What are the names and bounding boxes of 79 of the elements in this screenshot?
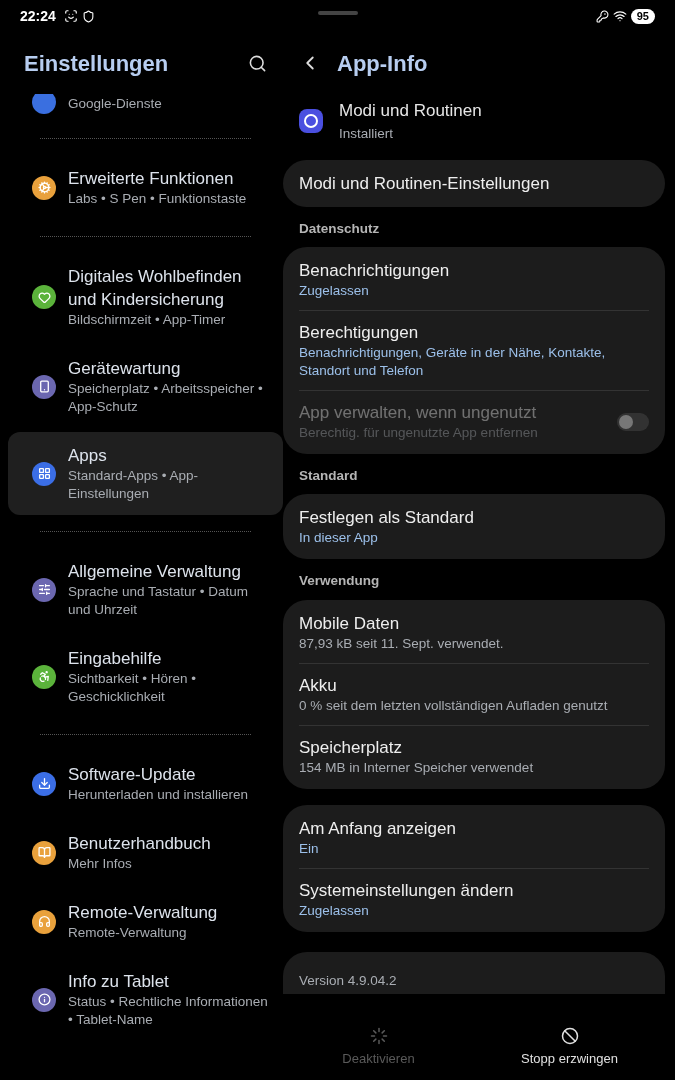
section-header: Verwendung <box>298 572 381 591</box>
settings-item[interactable]: Digitales Wohlbefinden und Kindersicherung Bildschirmzeit • App-Timer <box>8 253 283 341</box>
wifi-icon <box>612 9 627 23</box>
row-title: Akku <box>299 674 338 697</box>
settings-item[interactable]: Gerätewartung Speicherplatz • Arbeitsspeicher • App-Schutz <box>8 345 283 428</box>
version-text: Version 4.9.04.2 <box>299 972 397 988</box>
row-subtitle: Benachrichtigungen, Geräte in der Nähe, Kontakte, Standort und Telefon <box>299 344 607 380</box>
row-title: Berechtigungen <box>299 322 420 344</box>
settings-item[interactable]: Erweiterte Funktionen Labs • S Pen • Funktionstaste <box>8 155 283 220</box>
scan-icon <box>63 9 78 23</box>
row-title: Festlegen als Standard <box>299 507 475 530</box>
item-subtitle: Status • Rechtliche Informationen • Tablet-Name <box>68 993 269 1029</box>
shield-icon <box>81 9 95 23</box>
row-subtitle: 154 MB in Interner Speicher verwendet <box>299 758 535 777</box>
item-subtitle: Herunterladen und installieren <box>68 786 250 804</box>
item-subtitle: Remote-Verwaltung <box>68 924 188 942</box>
page-title: Einstellungen <box>24 49 169 78</box>
settings-row[interactable]: Berechtigungen Benachrichtigungen, Geräte in der Nähe, Kontakte, Standort und Telefon <box>283 311 665 390</box>
settings-item[interactable]: Allgemeine Verwaltung Sprache und Tastatur • Datum und Uhrzeit <box>8 548 283 631</box>
item-title: Gerätewartung <box>68 358 182 380</box>
settings-item[interactable]: Eingabehilfe Sichtbarkeit • Hören • Geschicklichkeit <box>8 635 283 718</box>
row-title: Systemeinstellungen ändern <box>299 879 515 902</box>
settings-row[interactable]: Festlegen als Standard In dieser App <box>283 496 665 558</box>
key-icon <box>595 9 609 23</box>
item-title: Apps <box>68 445 108 467</box>
row-subtitle: 0 % seit dem letzten vollständigen Aufladen genutzt <box>299 696 609 715</box>
row-title: Speicherplatz <box>299 736 403 759</box>
row-title: Modi und Routinen-Einstellungen <box>299 172 551 195</box>
row-subtitle: Ein <box>299 839 320 858</box>
item-subtitle: Sichtbarkeit • Hören • Geschicklichkeit <box>68 670 197 706</box>
item-title: Software-Update <box>68 764 197 786</box>
item-title: Benutzerhandbuch <box>68 833 212 855</box>
settings-row[interactable]: Speicherplatz 154 MB in Interner Speicher verwendet <box>283 725 665 787</box>
row-title: App verwalten, wenn ungenutzt <box>299 402 538 424</box>
row-subtitle: 87,93 kB seit 11. Sept. verwendet. <box>299 634 505 653</box>
settings-row[interactable]: Modi und Routinen-Einstellungen <box>283 161 665 205</box>
item-subtitle: Standard-Apps • App-Einstellungen <box>68 467 200 503</box>
spinner-icon <box>369 1026 388 1045</box>
page-title: App-Info <box>337 49 428 78</box>
item-title: Eingabehilfe <box>68 648 163 670</box>
row-subtitle: Berechtig. für ungenutzte App entfernen <box>299 424 539 442</box>
row-subtitle: Zugelassen <box>299 282 370 300</box>
item-title: Erweiterte Funktionen <box>68 168 235 190</box>
item-subtitle: Speicherplatz • Arbeitsspeicher • App-Schutz <box>68 380 264 416</box>
search-icon[interactable] <box>248 53 267 73</box>
item-title: Remote-Verwaltung <box>68 902 219 924</box>
row-subtitle: Zugelassen <box>299 901 370 920</box>
settings-item[interactable]: Remote-Verwaltung Remote-Verwaltung <box>8 889 283 954</box>
settings-item[interactable]: Benutzerhandbuch Mehr Infos <box>8 820 283 885</box>
settings-row[interactable]: Akku 0 % seit dem letzten vollständigen Aufladen genutzt <box>283 663 665 725</box>
settings-row[interactable]: Benachrichtigungen Zugelassen <box>283 249 665 310</box>
section-header: Standard <box>298 467 359 485</box>
item-subtitle: Google-Dienste <box>68 95 163 113</box>
row-title: Benachrichtigungen <box>299 260 451 282</box>
settings-item[interactable]: Info zu Tablet Status • Rechtliche Informationen • Tablet-Name <box>8 958 283 1041</box>
item-subtitle: Bildschirmzeit • App-Timer <box>68 311 227 329</box>
row-title: Am Anfang anzeigen <box>299 817 457 840</box>
section-header: Datenschutz <box>298 219 381 238</box>
settings-item[interactable]: Software-Update Herunterladen und installieren <box>8 751 283 816</box>
row-title: Mobile Daten <box>299 612 401 635</box>
row-subtitle: In dieser App <box>299 529 379 548</box>
item-subtitle: Labs • S Pen • Funktionstaste <box>68 190 248 208</box>
settings-row[interactable]: Mobile Daten 87,93 kB seit 11. Sept. verwendet. <box>283 601 665 663</box>
settings-row[interactable]: Systemeinstellungen ändern Zugelassen <box>283 868 665 930</box>
item-subtitle: Mehr Infos <box>68 855 133 873</box>
prohibited-icon <box>560 1026 579 1045</box>
action-button[interactable]: Stopp erzwingen <box>474 1022 665 1072</box>
item-subtitle: Sprache und Tastatur • Datum und Uhrzeit <box>68 583 250 619</box>
app-status: Installiert <box>339 124 395 143</box>
item-title: Digitales Wohlbefinden und Kindersicherung <box>68 266 243 311</box>
settings-row[interactable]: Am Anfang anzeigen Ein <box>283 806 665 868</box>
app-name: Modi und Routinen <box>339 100 482 122</box>
status-time: 22:24 <box>20 6 56 26</box>
item-title: Allgemeine Verwaltung <box>68 561 242 583</box>
settings-item[interactable]: Google-Dienste <box>8 94 283 122</box>
app-icon <box>299 108 323 133</box>
settings-item[interactable]: Apps Standard-Apps • App-Einstellungen <box>8 432 283 515</box>
item-title: Info zu Tablet <box>68 971 170 993</box>
battery-level: 95 <box>630 8 655 24</box>
